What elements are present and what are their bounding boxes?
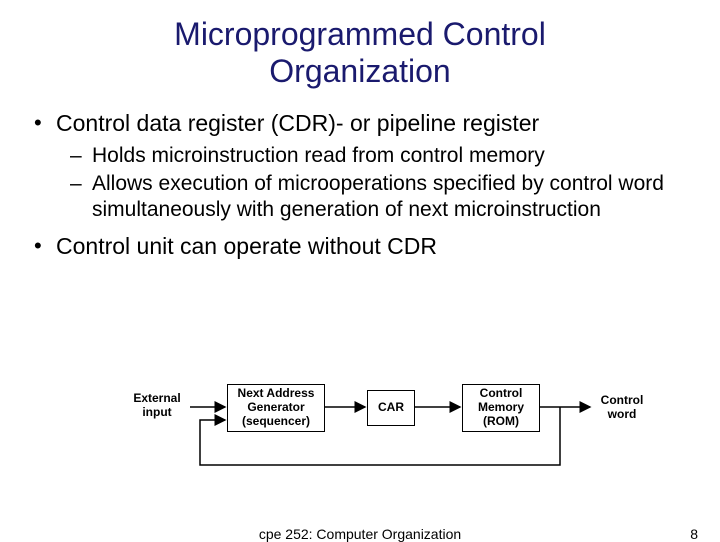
block-diagram: External input Next Address Generator (s…	[0, 370, 720, 500]
slide-body: Control data register (CDR)- or pipeline…	[0, 90, 720, 261]
box-control-memory: Control Memory (ROM)	[462, 384, 540, 432]
box-car: CAR	[367, 390, 415, 426]
subbullet-allows: Allows execution of microoperations spec…	[56, 171, 690, 224]
bullet-cdr: Control data register (CDR)- or pipeline…	[30, 110, 690, 224]
slide-title: Microprogrammed Control Organization	[0, 0, 720, 90]
subbullet-holds: Holds microinstruction read from control…	[56, 143, 690, 169]
label-control-word: Control word	[592, 394, 652, 422]
title-line-1: Microprogrammed Control	[174, 16, 546, 52]
diagram-wires	[0, 370, 720, 500]
box-next-address-generator: Next Address Generator (sequencer)	[227, 384, 325, 432]
bullet-without-cdr: Control unit can operate without CDR	[30, 233, 690, 260]
label-external-input: External input	[122, 392, 192, 420]
title-line-2: Organization	[269, 53, 450, 89]
bullet-cdr-text: Control data register (CDR)- or pipeline…	[56, 110, 539, 136]
